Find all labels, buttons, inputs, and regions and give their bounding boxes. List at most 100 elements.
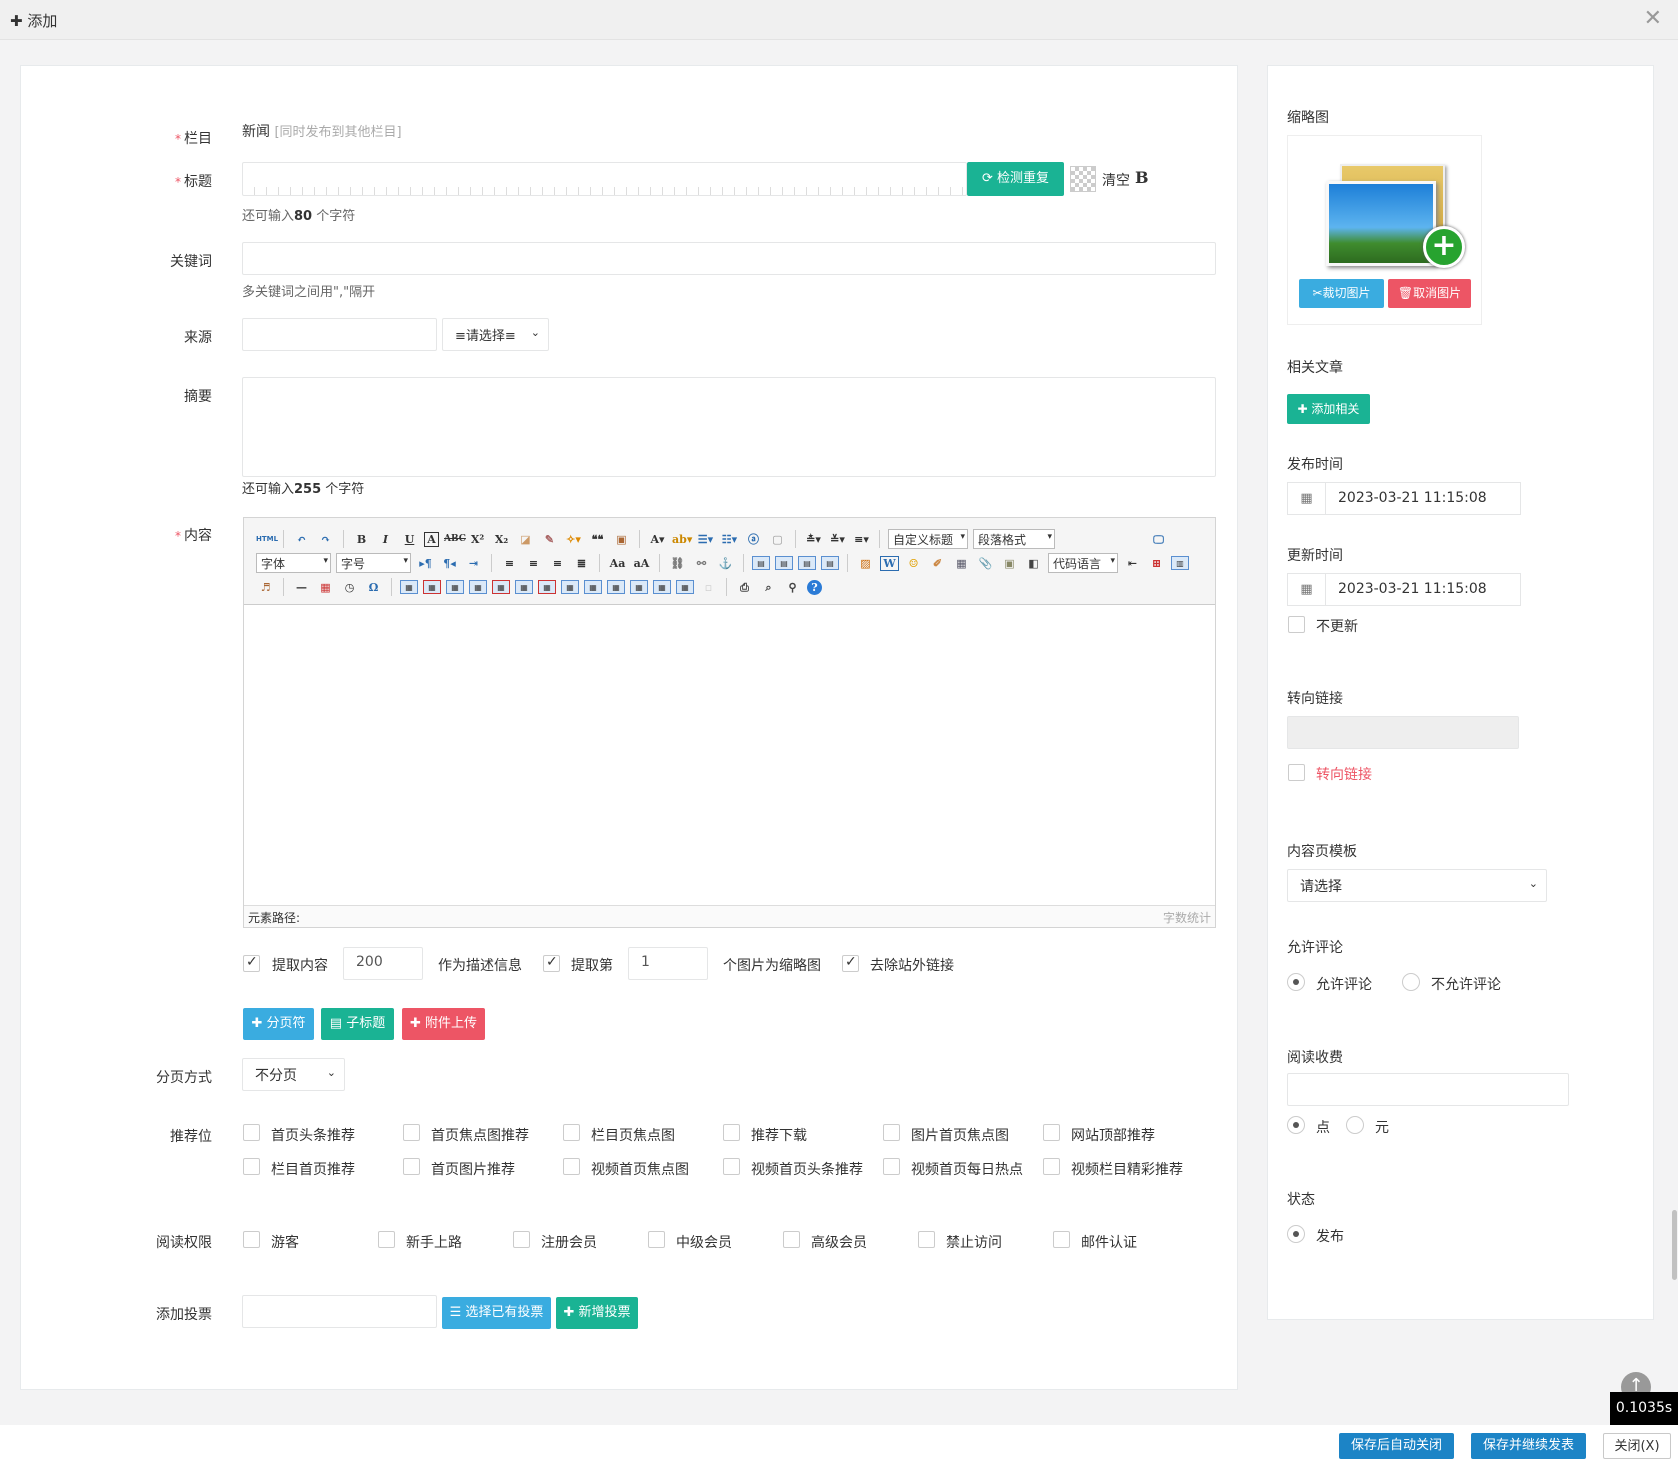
keywords-input[interactable]: [242, 242, 1216, 275]
chart-icon[interactable]: ▫: [699, 578, 718, 597]
status-publish-radio[interactable]: [1287, 1225, 1305, 1243]
remove-links-checkbox[interactable]: [842, 954, 859, 972]
position-checkbox[interactable]: [563, 1124, 580, 1141]
page-break-icon[interactable]: ⇤: [1123, 554, 1142, 573]
position-checkbox[interactable]: [883, 1124, 900, 1141]
merge-cells-icon[interactable]: ▦: [561, 580, 579, 594]
extract-content-checkbox[interactable]: [243, 954, 260, 972]
clear-doc-icon[interactable]: ▢: [768, 530, 787, 549]
paging-select[interactable]: 不分页 ⌄: [242, 1058, 345, 1091]
time-icon[interactable]: ◷: [340, 578, 359, 597]
unordered-list-icon[interactable]: ☷▾: [720, 530, 739, 549]
image-float-left-icon[interactable]: ▤: [775, 556, 793, 570]
subtitle-button[interactable]: ▤ 子标题: [321, 1008, 394, 1040]
source-input[interactable]: [242, 318, 437, 351]
split-to-cols-icon[interactable]: ▦: [676, 580, 694, 594]
position-checkbox[interactable]: [883, 1158, 900, 1175]
clear-link[interactable]: 清空: [1102, 170, 1130, 190]
insert-frame-icon[interactable]: ◧: [1024, 554, 1043, 573]
summary-textarea[interactable]: [242, 377, 1216, 477]
position-checkbox[interactable]: [403, 1124, 420, 1141]
align-left-icon[interactable]: ≡: [500, 554, 519, 573]
permission-checkbox[interactable]: [783, 1231, 800, 1248]
image-float-right-icon[interactable]: ▤: [798, 556, 816, 570]
delete-col-icon[interactable]: ▦: [538, 580, 556, 594]
permission-checkbox[interactable]: [918, 1231, 935, 1248]
template-select[interactable]: 请选择 ⌄: [1287, 869, 1547, 902]
update-time-input[interactable]: ▦ 2023-03-21 11:15:08: [1287, 573, 1521, 606]
multi-category-link[interactable]: [同时发布到其他栏目]: [274, 125, 401, 140]
position-checkbox[interactable]: [1043, 1158, 1060, 1175]
map-icon[interactable]: ▣: [1000, 554, 1019, 573]
unlink-icon[interactable]: ⚯: [692, 554, 711, 573]
desc-length-input[interactable]: 200: [343, 947, 423, 980]
crop-image-button[interactable]: ✂裁切图片: [1299, 279, 1384, 308]
superscript-icon[interactable]: X²: [468, 530, 487, 549]
merge-down-icon[interactable]: ▦: [607, 580, 625, 594]
bold-icon[interactable]: B: [352, 530, 371, 549]
split-to-rows-icon[interactable]: ▦: [653, 580, 671, 594]
permission-checkbox[interactable]: [1053, 1231, 1070, 1248]
delete-row-icon[interactable]: ▦: [492, 580, 510, 594]
save-continue-button[interactable]: 保存并继续发表: [1471, 1433, 1586, 1459]
split-to-cells-icon[interactable]: ▦: [630, 580, 648, 594]
special-char-icon[interactable]: Ω: [364, 578, 383, 597]
custom-title-combo[interactable]: 自定义标题: [888, 529, 968, 549]
title-input[interactable]: [242, 162, 967, 196]
eraser-icon[interactable]: ◪: [516, 530, 535, 549]
no-update-checkbox[interactable]: [1288, 616, 1305, 633]
scrawl-icon[interactable]: ✐: [928, 554, 947, 573]
subscript-icon[interactable]: X₂: [492, 530, 511, 549]
paste-plain-icon[interactable]: ▣: [612, 530, 631, 549]
undo-icon[interactable]: ↶: [292, 530, 311, 549]
format-brush-icon[interactable]: ✎: [540, 530, 559, 549]
deny-comment-radio[interactable]: [1402, 973, 1420, 991]
new-vote-button[interactable]: ✚ 新增投票: [556, 1297, 638, 1329]
search-replace-icon[interactable]: ⚲: [783, 578, 802, 597]
insert-video-icon[interactable]: ▦: [952, 554, 971, 573]
rtl-icon[interactable]: ¶◂: [440, 554, 459, 573]
date-icon[interactable]: ▦: [316, 578, 335, 597]
redirect-input[interactable]: [1287, 716, 1519, 749]
position-checkbox[interactable]: [563, 1158, 580, 1175]
insert-paragraph-before-table-icon[interactable]: ▦: [446, 580, 464, 594]
background-icon[interactable]: ▥: [1171, 556, 1189, 570]
template-icon[interactable]: ⊞: [1147, 554, 1166, 573]
insert-col-icon[interactable]: ▦: [515, 580, 533, 594]
merge-right-icon[interactable]: ▦: [584, 580, 602, 594]
publish-time-input[interactable]: ▦ 2023-03-21 11:15:08: [1287, 482, 1521, 515]
paragraph-combo[interactable]: 段落格式: [973, 529, 1055, 549]
image-float-none-icon[interactable]: ▤: [752, 556, 770, 570]
delete-table-icon[interactable]: ▦: [423, 580, 441, 594]
emotion-icon[interactable]: ☺: [904, 554, 923, 573]
ltr-icon[interactable]: ▸¶: [416, 554, 435, 573]
redirect-checkbox[interactable]: [1288, 764, 1305, 781]
print-icon[interactable]: ⎙: [735, 578, 754, 597]
preview-icon[interactable]: ⌕: [759, 578, 778, 597]
help-icon[interactable]: ?: [807, 579, 822, 595]
scrollbar[interactable]: [1672, 1210, 1677, 1280]
fee-point-radio[interactable]: [1287, 1116, 1305, 1134]
font-family-combo[interactable]: 字体: [256, 553, 331, 573]
vote-input[interactable]: [242, 1295, 437, 1328]
position-checkbox[interactable]: [243, 1124, 260, 1141]
position-checkbox[interactable]: [723, 1158, 740, 1175]
underline-icon[interactable]: U: [400, 530, 419, 549]
position-checkbox[interactable]: [723, 1124, 740, 1141]
ordered-list-icon[interactable]: ☰▾: [696, 530, 715, 549]
select-all-icon[interactable]: ⓐ: [744, 530, 763, 549]
font-size-combo[interactable]: 字号: [336, 553, 411, 573]
blockquote-icon[interactable]: ❝❝: [588, 530, 607, 549]
permission-checkbox[interactable]: [513, 1231, 530, 1248]
close-button[interactable]: 关闭(X): [1603, 1433, 1671, 1459]
border-text-icon[interactable]: A: [424, 531, 439, 547]
insert-row-icon[interactable]: ▦: [469, 580, 487, 594]
code-language-combo[interactable]: 代码语言: [1048, 553, 1118, 573]
attachment-icon[interactable]: 📎: [976, 554, 995, 573]
insert-table-icon[interactable]: ▦: [400, 580, 418, 594]
close-icon[interactable]: ✕: [1644, 6, 1662, 31]
horizontal-rule-icon[interactable]: —: [292, 578, 311, 597]
position-checkbox[interactable]: [1043, 1124, 1060, 1141]
position-checkbox[interactable]: [243, 1158, 260, 1175]
link-icon[interactable]: ⛓: [668, 554, 687, 573]
